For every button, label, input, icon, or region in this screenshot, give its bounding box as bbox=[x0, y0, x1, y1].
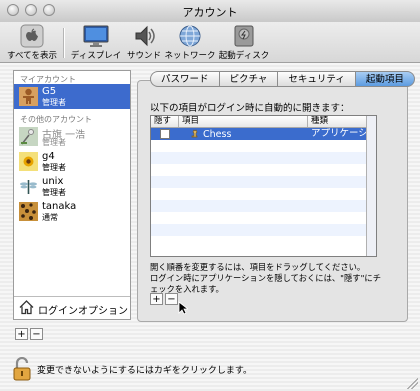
globe-icon bbox=[176, 24, 204, 48]
account-add-remove: + − bbox=[15, 328, 43, 340]
account-name: tanaka bbox=[42, 201, 77, 212]
empty-row bbox=[151, 176, 376, 188]
account-item-kobata[interactable]: 古旗 一浩 管理者 bbox=[14, 124, 130, 149]
column-header-kind[interactable]: 種類 bbox=[308, 116, 367, 127]
title-bar: アカウント bbox=[0, 0, 420, 23]
account-item-g5[interactable]: G5 管理者 bbox=[14, 84, 130, 109]
toolbar-startup-disk[interactable]: 起動ディスク bbox=[216, 24, 272, 61]
empty-row bbox=[151, 212, 376, 224]
table-header: 隠す 項目 種類 bbox=[151, 116, 376, 128]
startup-intro-text: 以下の項目がログイン時に自動的に開きます： bbox=[150, 103, 350, 114]
toolbar-network-label: ネットワーク bbox=[164, 51, 216, 61]
my-account-header: マイアカウント bbox=[20, 75, 76, 84]
toolbar-network[interactable]: ネットワーク bbox=[164, 24, 216, 61]
add-account-button[interactable]: + bbox=[15, 328, 28, 340]
apple-logo-icon bbox=[18, 24, 46, 48]
other-accounts-header: その他のアカウント bbox=[20, 115, 92, 124]
resize-handle[interactable] bbox=[407, 378, 418, 389]
remove-startup-item-button[interactable]: − bbox=[165, 293, 178, 305]
house-icon bbox=[19, 300, 34, 315]
account-role: 管理者 bbox=[42, 188, 66, 197]
empty-row bbox=[151, 200, 376, 212]
toolbar-display-label: ディスプレイ bbox=[70, 51, 122, 61]
add-startup-item-button[interactable]: + bbox=[150, 293, 163, 305]
speaker-icon bbox=[130, 24, 158, 48]
help-line-1: 開く順番を変更するには、項目をドラッグしてください。 bbox=[150, 262, 366, 272]
account-role: 通常 bbox=[42, 213, 58, 222]
tab-security[interactable]: セキュリティ bbox=[277, 71, 355, 87]
help-line-2: ログイン時にアプリケーションを隠しておくには、"隠す"にチェックを入れます。 bbox=[150, 273, 381, 294]
empty-row bbox=[151, 188, 376, 200]
lock-icon[interactable] bbox=[12, 356, 32, 384]
column-header-item[interactable]: 項目 bbox=[179, 116, 308, 127]
empty-row bbox=[151, 164, 376, 176]
account-name: g4 bbox=[42, 151, 55, 162]
dragonfly-avatar-icon bbox=[19, 177, 38, 196]
toolbar-display[interactable]: ディスプレイ bbox=[70, 24, 122, 61]
login-options-item[interactable]: ログインオプション bbox=[14, 296, 130, 319]
display-icon bbox=[82, 24, 110, 48]
disk-icon bbox=[230, 24, 258, 48]
gingerbread-avatar-icon bbox=[19, 87, 38, 106]
tab-startup-items[interactable]: 起動項目 bbox=[354, 71, 415, 87]
toolbar-startup-disk-label: 起動ディスク bbox=[218, 51, 270, 61]
account-role: 管理者 bbox=[42, 163, 66, 172]
startup-add-remove: + − bbox=[150, 293, 178, 305]
toolbar-sound[interactable]: サウンド bbox=[122, 24, 166, 61]
account-item-unix[interactable]: unix 管理者 bbox=[14, 174, 130, 199]
table-row[interactable]: Chess アプリケーション bbox=[151, 128, 376, 140]
hide-checkbox[interactable] bbox=[160, 129, 170, 139]
column-header-hide[interactable]: 隠す bbox=[151, 116, 179, 127]
empty-row bbox=[151, 152, 376, 164]
startup-items-table: 隠す 項目 種類 Chess アプリケーション bbox=[150, 115, 377, 257]
account-name: unix bbox=[42, 176, 64, 187]
login-options-label: ログインオプション bbox=[38, 306, 128, 317]
account-role: 管理者 bbox=[42, 98, 66, 107]
empty-row bbox=[151, 140, 376, 152]
empty-row bbox=[151, 236, 376, 248]
chess-app-icon bbox=[191, 129, 198, 138]
mouse-cursor-icon bbox=[178, 301, 188, 315]
item-name: Chess bbox=[203, 129, 232, 140]
account-role: 管理者 bbox=[42, 138, 66, 147]
tab-password[interactable]: パスワード bbox=[150, 71, 219, 87]
account-list: マイアカウント G5 管理者 その他のアカウント 古旗 一浩 管理者 g4 管理… bbox=[13, 70, 131, 320]
tab-picture[interactable]: ピクチャ bbox=[218, 71, 278, 87]
window-title: アカウント bbox=[182, 6, 238, 19]
tab-bar: パスワード ピクチャ セキュリティ 起動項目 bbox=[150, 71, 415, 87]
remove-account-button[interactable]: − bbox=[30, 328, 43, 340]
window: アカウント すべてを表示 ディスプレイ サウンド ネットワーク 起動ディスク マ… bbox=[0, 0, 420, 391]
empty-row bbox=[151, 224, 376, 236]
vertical-scrollbar[interactable] bbox=[366, 116, 376, 256]
golf-avatar-icon bbox=[19, 127, 38, 146]
flower-avatar-icon bbox=[19, 152, 38, 171]
toolbar: すべてを表示 ディスプレイ サウンド ネットワーク 起動ディスク bbox=[0, 22, 420, 63]
startup-help-text: 開く順番を変更するには、項目をドラッグしてください。 ログイン時にアプリケーショ… bbox=[150, 262, 382, 295]
account-item-tanaka[interactable]: tanaka 通常 bbox=[14, 199, 130, 224]
lock-instruction: 変更できないようにするにはカギをクリックします。 bbox=[37, 366, 253, 376]
item-kind: アプリケーション bbox=[311, 128, 367, 139]
toolbar-sound-label: サウンド bbox=[126, 51, 161, 61]
toolbar-show-all[interactable]: すべてを表示 bbox=[6, 24, 58, 61]
account-item-g4[interactable]: g4 管理者 bbox=[14, 149, 130, 174]
toolbar-show-all-label: すべてを表示 bbox=[7, 51, 57, 61]
leopard-avatar-icon bbox=[19, 202, 38, 221]
account-name: G5 bbox=[42, 86, 57, 97]
